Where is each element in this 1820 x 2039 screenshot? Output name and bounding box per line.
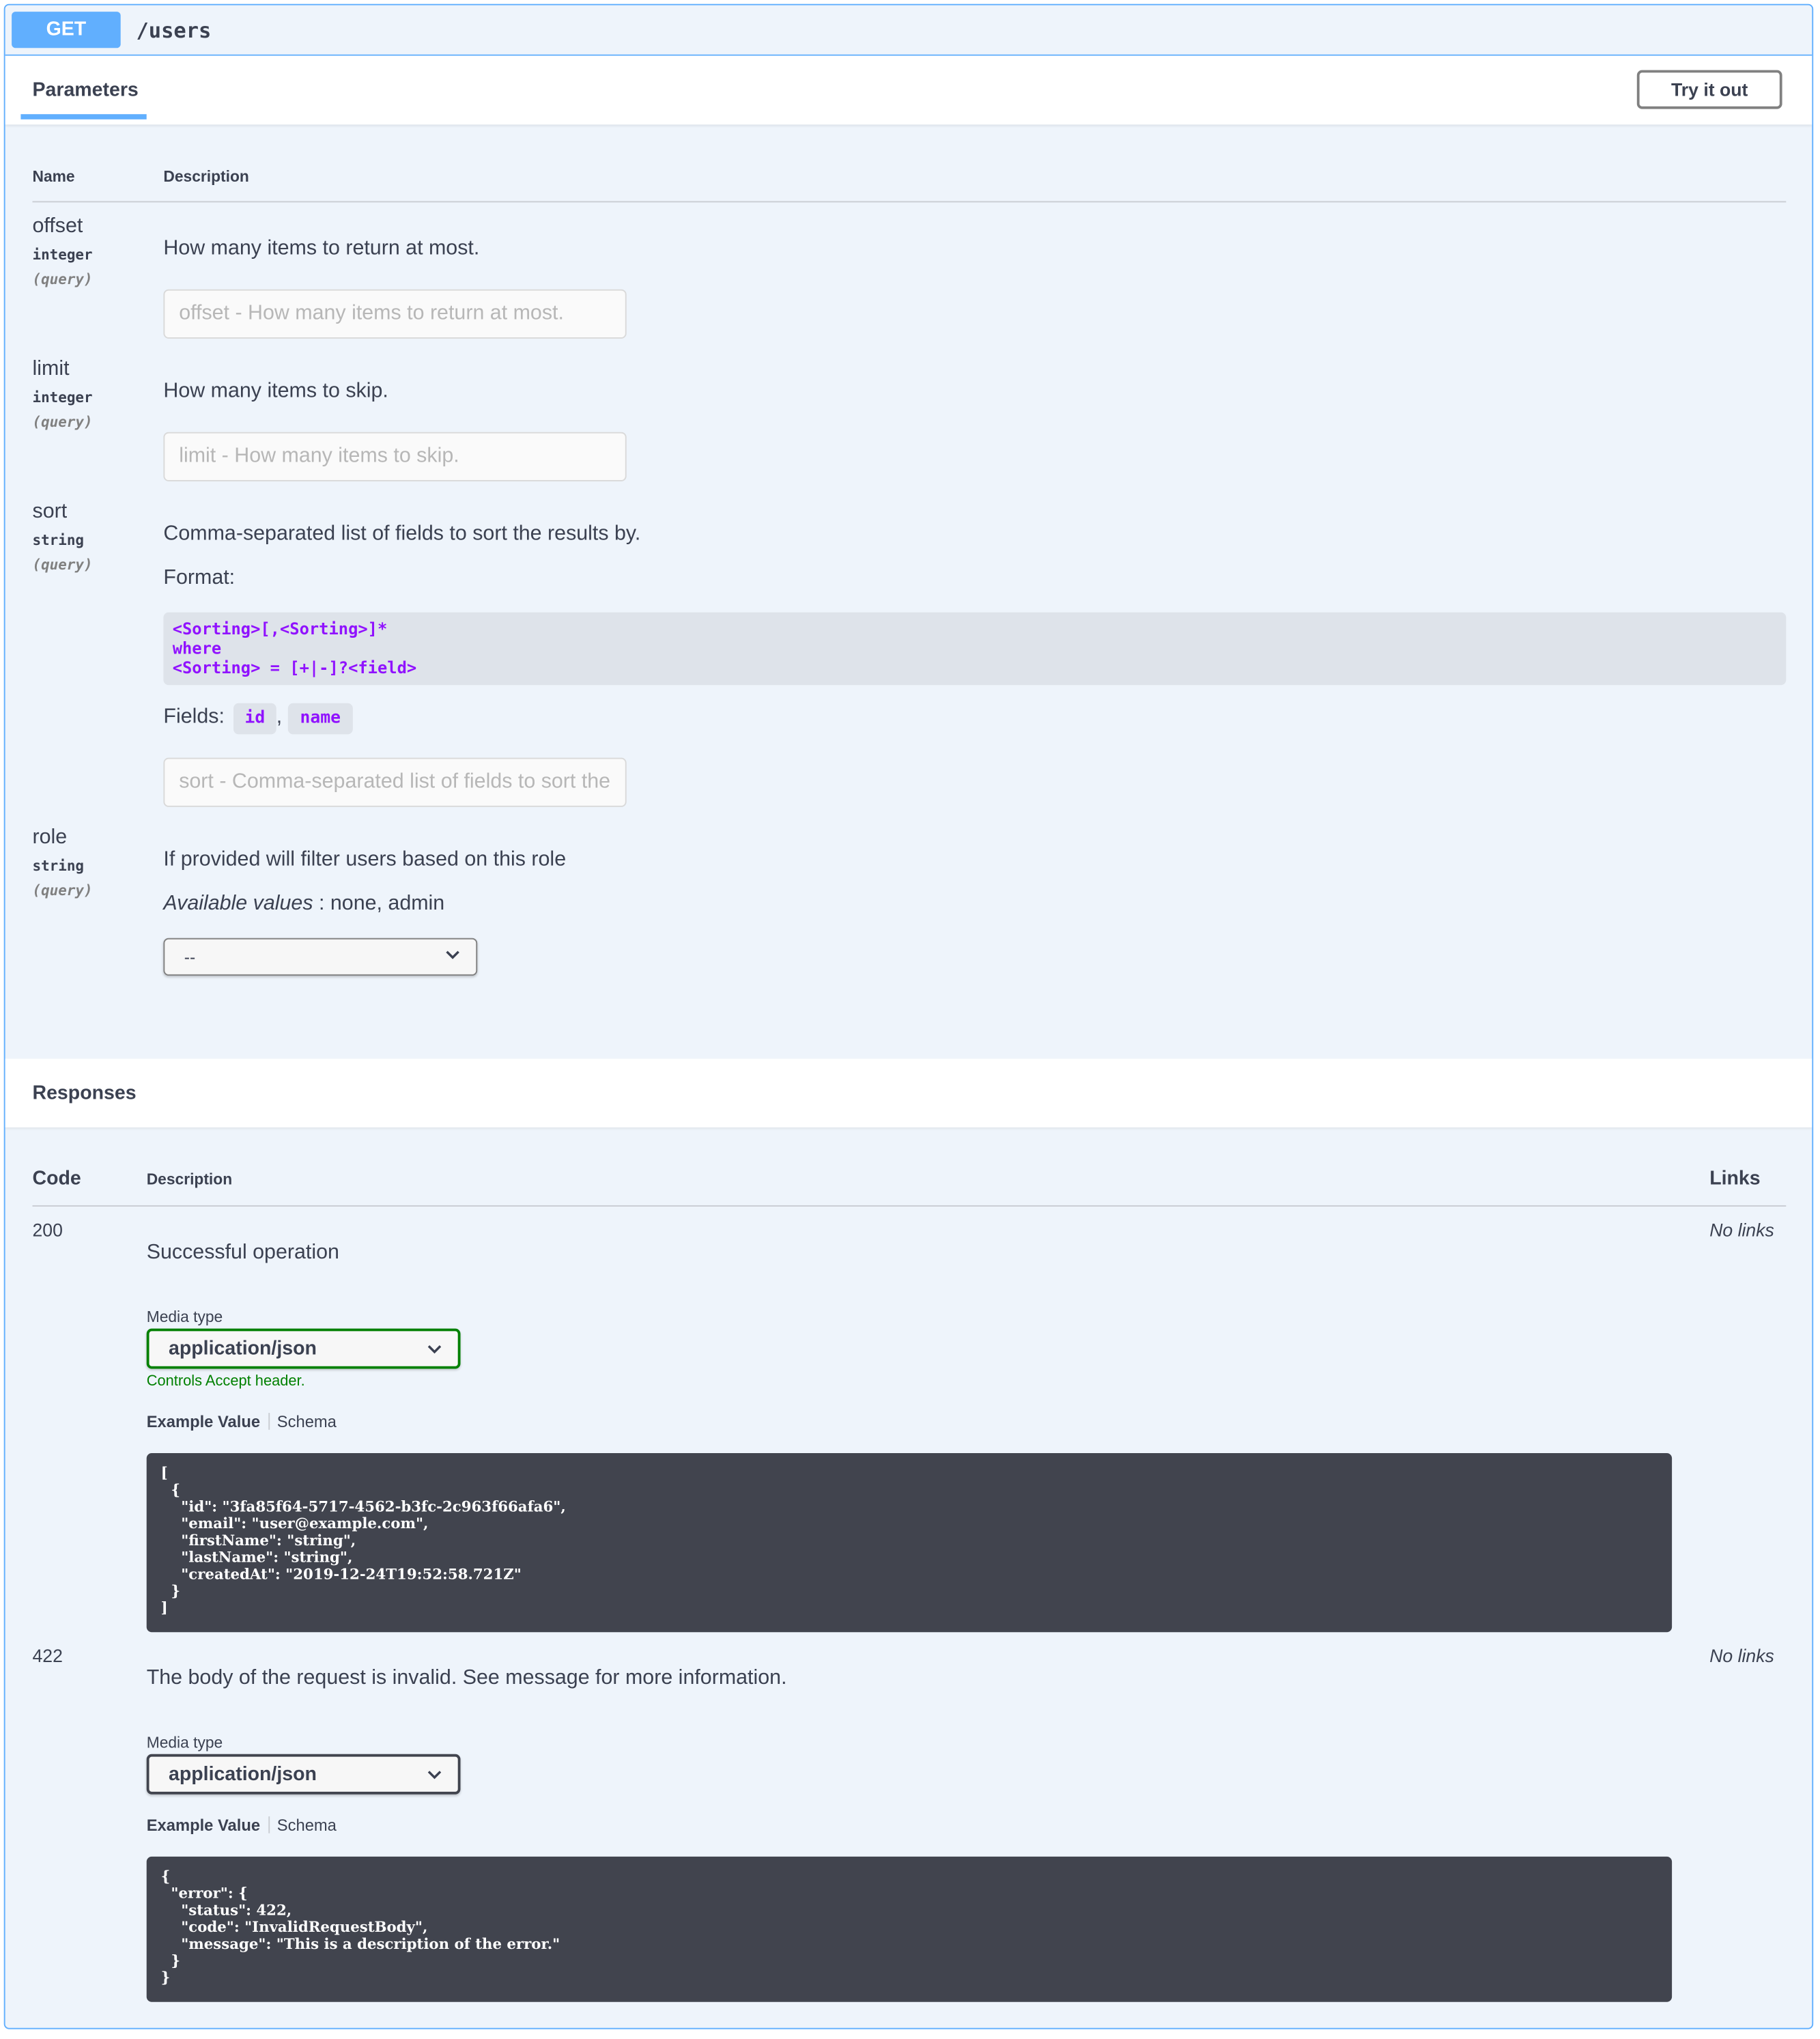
column-name-header: Name	[32, 167, 75, 186]
param-name-limit: limit	[32, 358, 70, 380]
operation-summary[interactable]: GET /users	[5, 5, 1812, 56]
media-type-select-422[interactable]: application/json	[146, 1754, 461, 1795]
try-it-out-button[interactable]: Try it out	[1636, 70, 1782, 109]
param-in-limit: (query)	[32, 414, 93, 431]
operation-block: GET /users Parameters Try it out Name De…	[3, 3, 1814, 2029]
tab-separator	[268, 1816, 270, 1833]
param-type-limit: integer	[32, 389, 93, 406]
tab-schema[interactable]: Schema	[277, 1816, 337, 1835]
format-line: <Sorting> = [+|-]?<field>	[172, 658, 417, 677]
example-tabs-422: Example Value Schema	[147, 1816, 337, 1835]
media-type-label: Media type	[146, 1733, 223, 1752]
available-values-list: : none, admin	[313, 892, 445, 915]
example-tabs-200: Example Value Schema	[147, 1413, 337, 1431]
limit-input[interactable]	[163, 432, 627, 481]
tab-schema[interactable]: Schema	[277, 1413, 337, 1431]
response-links-422: No links	[1709, 1645, 1774, 1666]
param-type-role: string	[32, 857, 85, 875]
media-type-value: application/json	[169, 1763, 317, 1786]
param-in-sort: (query)	[32, 557, 93, 574]
responses-title: Responses	[32, 1082, 137, 1104]
tab-parameters[interactable]: Parameters	[33, 79, 139, 101]
format-line: <Sorting>[,<Sorting>]*	[172, 619, 388, 638]
http-method-badge: GET	[12, 12, 121, 48]
column-links-header: Links	[1709, 1168, 1761, 1190]
divider	[32, 201, 1787, 203]
param-desc-offset: How many items to return at most.	[163, 237, 480, 259]
response-desc-422: The body of the request is invalid. See …	[146, 1667, 787, 1689]
role-select[interactable]: --	[163, 938, 478, 976]
tab-example-value[interactable]: Example Value	[147, 1413, 260, 1431]
param-name-offset: offset	[32, 215, 83, 238]
param-in-offset: (query)	[32, 271, 93, 288]
example-code-block-422: { "error": { "status": 422, "code": "Inv…	[146, 1856, 1673, 2002]
example-json-422: { "error": { "status": 422, "code": "Inv…	[160, 1867, 560, 1986]
example-json-200: [ { "id": "3fa85f64-5717-4562-b3fc-2c963…	[160, 1463, 566, 1617]
column-description-header: Description	[163, 167, 249, 186]
endpoint-path: /users	[136, 18, 212, 43]
sort-input[interactable]	[163, 757, 627, 807]
parameters-header: Parameters Try it out	[5, 55, 1812, 125]
chevron-down-icon	[446, 951, 459, 959]
responses-header: Responses	[5, 1058, 1812, 1128]
param-desc-limit: How many items to skip.	[163, 380, 388, 402]
param-desc-role: If provided will filter users based on t…	[163, 848, 567, 871]
chevron-down-icon	[427, 1771, 442, 1780]
param-in-role: (query)	[32, 882, 93, 899]
tab-example-value[interactable]: Example Value	[147, 1816, 260, 1835]
divider	[32, 1205, 1787, 1207]
field-chip-id: id	[233, 703, 276, 735]
role-select-value: --	[184, 947, 196, 967]
fields-label: Fields:	[163, 705, 225, 728]
param-name-role: role	[32, 826, 68, 849]
active-tab-indicator	[20, 114, 147, 119]
format-label: Format:	[163, 567, 236, 589]
media-type-value: application/json	[169, 1337, 317, 1360]
example-code-block-200: [ { "id": "3fa85f64-5717-4562-b3fc-2c963…	[146, 1453, 1673, 1633]
column-code-header: Code	[32, 1168, 81, 1190]
field-chip-name: name	[287, 703, 353, 735]
param-type-sort: string	[32, 532, 85, 549]
param-name-sort: sort	[32, 501, 68, 523]
response-code-422: 422	[32, 1645, 63, 1666]
media-type-select-200[interactable]: application/json	[146, 1328, 461, 1369]
available-values: Available values : none, admin	[163, 892, 444, 916]
column-description-header: Description	[146, 1170, 233, 1189]
controls-accept-hint: Controls Accept header.	[146, 1374, 305, 1390]
fields-separator: ,	[276, 705, 283, 728]
format-code-block: <Sorting>[,<Sorting>]* where <Sorting> =…	[163, 612, 1787, 686]
available-values-label: Available values	[163, 892, 313, 915]
chevron-down-icon	[427, 1345, 442, 1354]
response-code-200: 200	[32, 1220, 63, 1241]
param-type-offset: integer	[32, 247, 93, 264]
format-line: where	[172, 638, 222, 658]
offset-input[interactable]	[163, 289, 627, 339]
response-desc-200: Successful operation	[146, 1241, 339, 1264]
response-links-200: No links	[1709, 1220, 1774, 1241]
tab-separator	[268, 1413, 270, 1430]
media-type-label: Media type	[146, 1308, 223, 1326]
param-desc-sort: Comma-separated list of fields to sort t…	[163, 522, 641, 545]
